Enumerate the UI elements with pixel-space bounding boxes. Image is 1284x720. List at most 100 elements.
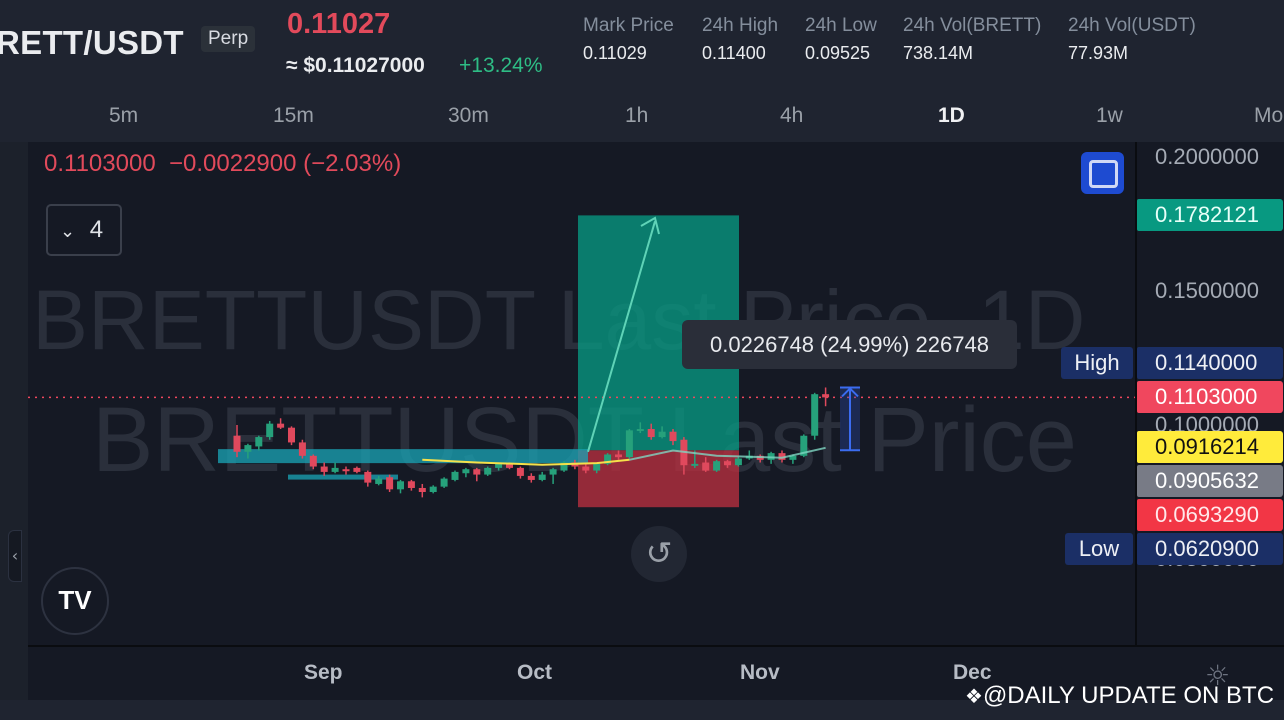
measure-tooltip: 0.0226748 (24.99%) 226748: [682, 320, 1017, 369]
pair-symbol[interactable]: RETT/USDT: [0, 24, 184, 62]
timeframe-5m[interactable]: 5m: [109, 104, 138, 128]
price-tag-low: Low: [1065, 533, 1133, 565]
candle-body: [473, 469, 481, 475]
reset-icon[interactable]: ↺: [631, 526, 687, 582]
candle-body: [418, 487, 426, 492]
stat-label: 24h Vol(BRETT): [903, 15, 1042, 36]
timeframe-1h[interactable]: 1h: [625, 104, 648, 128]
stat-label: Mark Price: [583, 15, 674, 36]
candle-body: [331, 467, 339, 472]
stat-24h-vol-quote: 24h Vol(USDT) 77.93M: [1068, 15, 1196, 64]
candle-body: [582, 466, 590, 471]
candle-body: [353, 467, 361, 472]
price-tick: 0.1500000: [1155, 278, 1259, 303]
indicator-count: 4: [89, 216, 104, 243]
price-tick: 0.2000000: [1155, 144, 1259, 169]
candle-body: [309, 455, 317, 467]
support-zone-upper: [218, 449, 588, 464]
price-label-ma-yellow: 0.0916214: [1137, 431, 1283, 463]
candle-body: [636, 429, 644, 432]
candle-body: [527, 475, 535, 480]
time-tick-sep: Sep: [304, 661, 343, 684]
time-tick-oct: Oct: [517, 661, 553, 684]
candle-body: [407, 481, 415, 488]
stat-label: 24h Low: [805, 15, 877, 36]
candle-body: [320, 466, 328, 472]
credit-text: @DAILY UPDATE ON BTC: [982, 682, 1275, 709]
candle-body: [691, 463, 699, 466]
candle-body: [244, 445, 252, 452]
candle-body: [495, 463, 503, 468]
candle-body: [364, 471, 372, 483]
stat-24h-high: 24h High 0.11400: [702, 15, 778, 64]
candle-body: [811, 394, 819, 436]
timeframe-1mo[interactable]: Mo: [1254, 104, 1283, 128]
candle-body: [462, 469, 470, 474]
stat-24h-low: 24h Low 0.09525: [805, 15, 877, 64]
candle-body: [484, 467, 492, 475]
price-label-entry: 0.0905632: [1137, 465, 1283, 497]
fullscreen-icon[interactable]: [1081, 152, 1124, 194]
candle-body: [549, 469, 557, 475]
contract-badge: Perp: [201, 26, 256, 52]
timeframe-1d[interactable]: 1D: [938, 104, 965, 128]
timeframe-bar: 5m 15m 30m 1h 4h 1D 1w Mo: [0, 92, 1284, 142]
watermark-credit: ❖@DAILY UPDATE ON BTC: [965, 682, 1274, 710]
timeframe-4h[interactable]: 4h: [780, 104, 803, 128]
candle-body: [386, 477, 394, 490]
long-position-loss-zone: [578, 450, 739, 508]
candle-body: [440, 478, 448, 487]
stat-value: 0.09525: [805, 43, 871, 63]
stat-24h-vol-base: 24h Vol(BRETT) 738.14M: [903, 15, 1041, 64]
stat-value: 77.93M: [1068, 43, 1129, 63]
ticker-header: RETT/USDT Perp 0.11027 ≈ $0.11027000 +13…: [0, 0, 1284, 92]
time-tick-nov: Nov: [740, 661, 780, 684]
ohlc-legend: 0.1103000 −0.0022900 (−2.03%): [44, 150, 402, 177]
candle-body: [451, 471, 459, 480]
stat-label: 24h High: [702, 15, 779, 36]
price-label-low: 0.0620900: [1137, 533, 1283, 565]
candle-body: [375, 478, 383, 484]
candle-body: [702, 462, 710, 471]
candle-body: [734, 458, 742, 466]
price-label-high: 0.1140000: [1137, 347, 1283, 379]
change-24h: +13.24%: [459, 54, 543, 77]
approx-usd-price: ≈ $0.11027000: [286, 54, 425, 77]
price-label-take-profit: 0.1782121: [1137, 199, 1283, 232]
stat-value: 0.11400: [702, 43, 766, 63]
candle-body: [658, 431, 666, 438]
chart-pane[interactable]: BRETTUSDT Last Price, 1D BRETTUSDT Last …: [28, 142, 1135, 645]
timeframe-15m[interactable]: 15m: [273, 104, 314, 128]
stat-label: 24h Vol(USDT): [1068, 15, 1196, 36]
candle-body: [255, 437, 263, 447]
candle-body: [277, 423, 285, 428]
tradingview-logo[interactable]: TV: [41, 567, 109, 635]
chevron-left-icon[interactable]: ‹: [8, 530, 22, 582]
stat-value: 738.14M: [903, 43, 974, 63]
binance-diamond-icon: ❖: [965, 686, 983, 708]
candle-body: [429, 486, 437, 492]
candle-body: [615, 454, 622, 458]
price-tag-high: High: [1061, 347, 1133, 379]
candle-body: [516, 467, 524, 476]
candle-body: [233, 435, 241, 452]
timeframe-30m[interactable]: 30m: [448, 104, 489, 128]
candle-body: [397, 481, 404, 490]
candle-body: [593, 463, 601, 471]
chevron-down-icon: ⌄: [60, 221, 76, 241]
candle-body: [625, 430, 633, 458]
candle-body: [713, 461, 721, 471]
timeframe-1w[interactable]: 1w: [1096, 104, 1123, 128]
candle-body: [342, 469, 350, 472]
price-plot[interactable]: [28, 142, 1135, 645]
price-label-stop-loss: 0.0693290: [1137, 499, 1283, 531]
stat-mark-price: Mark Price 0.11029: [583, 15, 674, 64]
stat-value: 0.11029: [583, 43, 647, 63]
indicator-toggle-button[interactable]: ⌄ 4: [46, 204, 122, 256]
left-toolbar-strip: [0, 142, 28, 700]
candle-body: [266, 423, 274, 438]
last-price: 0.11027: [287, 8, 391, 40]
candle-body: [538, 474, 546, 480]
price-axis[interactable]: 0.20000000.15000000.10000000.05000000.17…: [1135, 142, 1284, 645]
candle-body: [822, 394, 830, 398]
